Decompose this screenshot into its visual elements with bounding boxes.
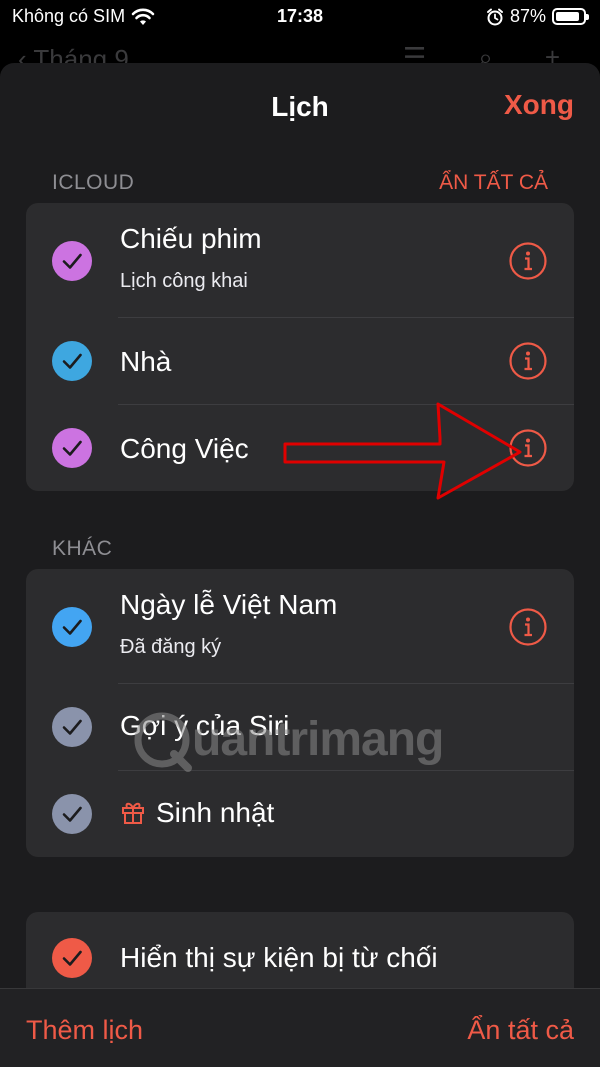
watermark-logo xyxy=(134,712,192,772)
calendar-row-sinh-nhat[interactable]: Sinh nhật xyxy=(26,771,574,857)
calendar-check-icon[interactable] xyxy=(52,794,92,834)
calendar-title: Chiếu phim xyxy=(120,223,262,254)
calendar-check-icon[interactable] xyxy=(52,241,92,281)
watermark: uantrimang xyxy=(132,706,492,776)
watermark-text: uantrimang xyxy=(192,713,444,766)
icloud-section-header: ICLOUD xyxy=(52,171,135,194)
info-icon[interactable] xyxy=(508,607,548,647)
info-icon[interactable] xyxy=(508,341,548,381)
hide-all-button[interactable]: Ẩn tất cả xyxy=(467,1015,574,1046)
alarm-icon xyxy=(486,8,503,25)
bottom-toolbar: Thêm lịch Ẩn tất cả xyxy=(0,988,600,1067)
check-circle xyxy=(52,241,92,281)
status-bar: Không có SIM 17:38 87% xyxy=(0,0,600,36)
declined-events-label: Hiển thị sự kiện bị từ chối xyxy=(120,942,438,973)
calendar-row-chieu-phim[interactable]: Chiếu phim Lịch công khai xyxy=(26,203,574,318)
calendar-subtitle: Đã đăng ký xyxy=(120,636,222,658)
gift-icon xyxy=(122,802,144,824)
calendars-sheet: Lịch Xong ICLOUD ẨN TẤT CẢ Chiếu phim Lị… xyxy=(0,63,600,1067)
annotation-arrow xyxy=(283,402,522,500)
calendar-title: Nhà xyxy=(120,346,172,377)
icloud-hide-all-button[interactable]: ẨN TẤT CẢ xyxy=(439,171,548,195)
calendar-check-icon[interactable] xyxy=(52,341,92,381)
calendar-check-icon[interactable] xyxy=(52,607,92,647)
calendar-check-icon[interactable] xyxy=(52,428,92,468)
calendar-title-with-icon: Sinh nhật xyxy=(120,797,274,829)
other-section-header: KHÁC xyxy=(52,537,113,560)
calendar-check-icon[interactable] xyxy=(52,707,92,747)
calendar-subtitle: Lịch công khai xyxy=(120,270,248,292)
add-calendar-button[interactable]: Thêm lịch xyxy=(26,1015,143,1046)
battery-percent: 87% xyxy=(509,6,546,26)
status-right: 87% xyxy=(486,6,589,27)
calendar-check-icon[interactable] xyxy=(52,938,92,978)
calendar-row-nha[interactable]: Nhà xyxy=(26,318,574,405)
calendar-title: Công Việc xyxy=(120,433,249,464)
calendar-title: Ngày lễ Việt Nam xyxy=(120,589,338,620)
info-icon[interactable] xyxy=(508,241,548,281)
done-button[interactable]: Xong xyxy=(504,89,574,121)
battery-level-fill xyxy=(556,12,579,21)
calendar-title: Sinh nhật xyxy=(156,797,275,828)
calendar-row-ngay-le-viet-nam[interactable]: Ngày lễ Việt Nam Đã đăng ký xyxy=(26,569,574,684)
battery-icon xyxy=(552,8,589,25)
